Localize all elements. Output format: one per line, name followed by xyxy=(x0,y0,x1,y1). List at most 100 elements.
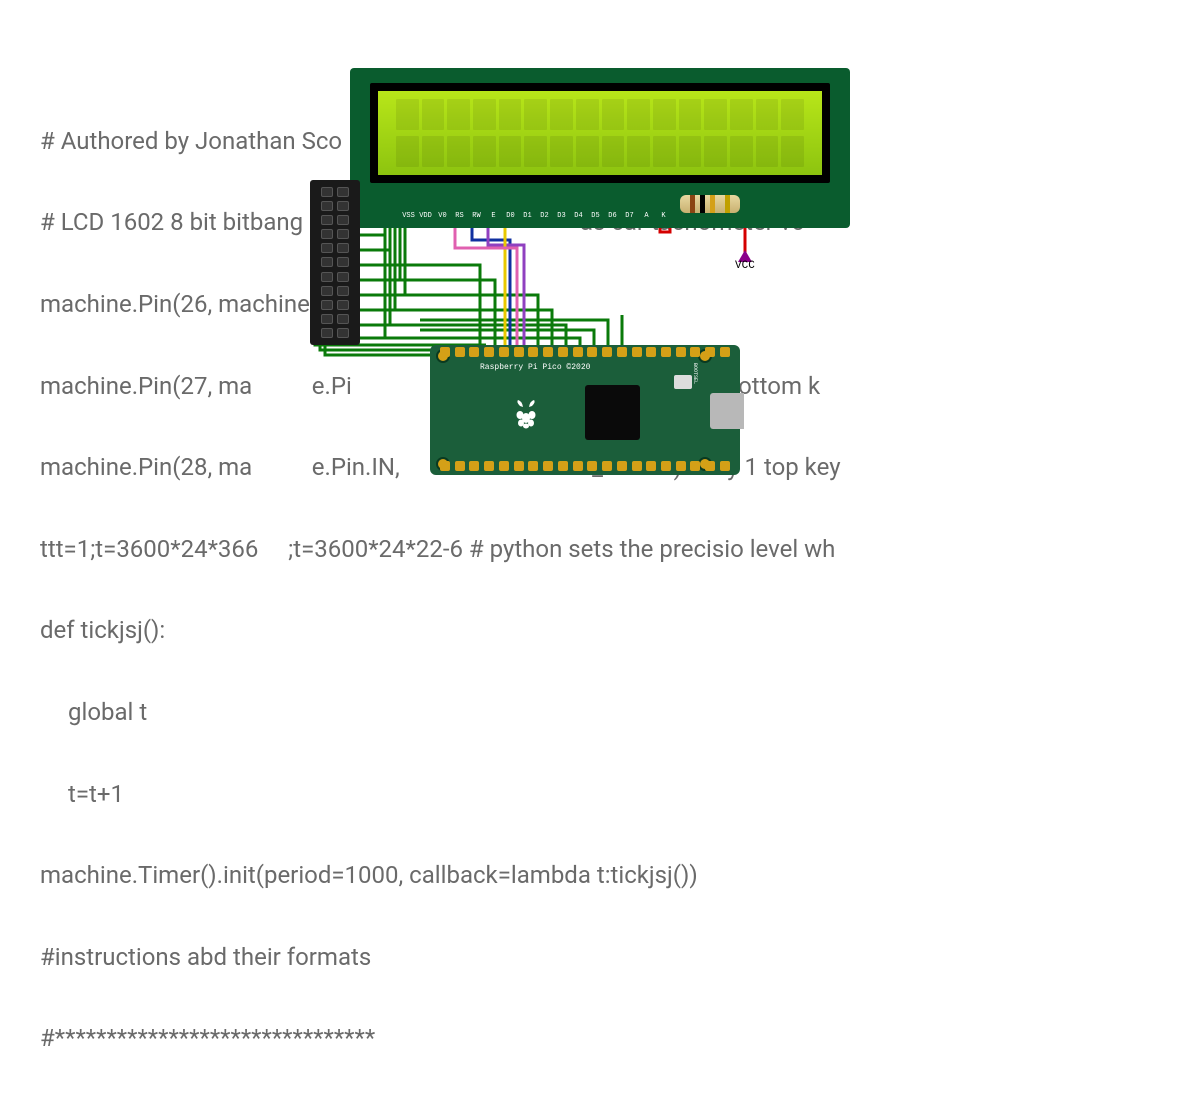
lcd-char xyxy=(550,99,573,130)
pico-pin xyxy=(440,347,450,357)
pico-pin xyxy=(499,347,509,357)
resistor-band-2 xyxy=(700,195,705,213)
lcd-pin-label: D5 xyxy=(587,212,604,220)
header-row xyxy=(313,229,357,239)
pico-pin xyxy=(455,461,465,471)
lcd-char xyxy=(730,99,753,130)
lcd-char xyxy=(499,99,522,130)
header-row xyxy=(313,215,357,225)
header-pin xyxy=(337,201,349,211)
code-line: #instructions abd their formats xyxy=(40,937,1200,978)
header-pin xyxy=(337,229,349,239)
header-pin xyxy=(321,201,333,211)
pico-pin xyxy=(469,461,479,471)
bootsel-button[interactable] xyxy=(674,375,692,389)
lcd-pin-labels: VSSVDDV0RSRWED0D1D2D3D4D5D6D7AK xyxy=(400,212,672,220)
raspberry-pi-logo-icon xyxy=(505,393,547,435)
pico-pin xyxy=(587,461,597,471)
header-pin xyxy=(321,243,333,253)
pico-pin xyxy=(440,461,450,471)
lcd-char xyxy=(756,99,779,130)
lcd-char xyxy=(756,136,779,167)
micro-usb-port[interactable] xyxy=(710,393,744,429)
pico-pin-row-top xyxy=(440,347,730,359)
lcd-char xyxy=(781,136,804,167)
lcd-char xyxy=(396,136,419,167)
resistor xyxy=(680,195,740,213)
pico-pin xyxy=(690,461,700,471)
header-pin xyxy=(321,300,333,310)
lcd-char xyxy=(653,99,676,130)
header-pin xyxy=(337,257,349,267)
lcd-row-2 xyxy=(396,136,804,167)
pico-pin xyxy=(661,461,671,471)
lcd-char xyxy=(627,99,650,130)
lcd-pin-label: A xyxy=(638,212,655,220)
pico-pin xyxy=(617,461,627,471)
header-pin xyxy=(321,187,333,197)
lcd-char xyxy=(602,99,625,130)
pico-pin xyxy=(484,461,494,471)
header-pin xyxy=(337,215,349,225)
vcc-label: VCC xyxy=(735,260,755,272)
lcd-char xyxy=(679,136,702,167)
header-pin xyxy=(337,328,349,338)
code-line: machine.Timer().init(period=1000, callba… xyxy=(40,855,1200,896)
header-row xyxy=(313,314,357,324)
header-pin xyxy=(321,286,333,296)
pico-pin xyxy=(543,461,553,471)
pico-pin xyxy=(528,461,538,471)
lcd-pin-label: VSS xyxy=(400,212,417,220)
header-pin xyxy=(321,229,333,239)
lcd-pin-label: D3 xyxy=(553,212,570,220)
lcd-pin-label: D4 xyxy=(570,212,587,220)
pico-pin xyxy=(514,347,524,357)
lcd-char xyxy=(447,99,470,130)
lcd-pin-label: E xyxy=(485,212,502,220)
header-row xyxy=(313,328,357,338)
vcc-symbol: VCC xyxy=(735,250,755,272)
header-row xyxy=(313,243,357,253)
resistor-band-4 xyxy=(725,195,730,213)
header-pin xyxy=(337,187,349,197)
lcd-pin-label: VDD xyxy=(417,212,434,220)
code-line: machine.Pin(26, machine.Pi xyxy=(40,284,1200,325)
lcd-char xyxy=(704,99,727,130)
lcd-char xyxy=(499,136,522,167)
pico-pin xyxy=(573,461,583,471)
lcd-char xyxy=(730,136,753,167)
pico-pin xyxy=(543,347,553,357)
raspberry-pi-pico: Raspberry Pi Pico ©2020 BOOTSEL xyxy=(430,345,740,475)
pico-pin xyxy=(558,461,568,471)
code-line: global t xyxy=(40,692,1200,733)
lcd-pin-label: RW xyxy=(468,212,485,220)
lcd-char xyxy=(473,136,496,167)
header-pin xyxy=(337,243,349,253)
lcd-pin-label: K xyxy=(655,212,672,220)
lcd-char xyxy=(422,136,445,167)
lcd-screen xyxy=(378,91,822,175)
pico-pin xyxy=(720,347,730,357)
lcd-char xyxy=(550,136,573,167)
lcd-char xyxy=(524,99,547,130)
pico-pin xyxy=(705,461,715,471)
pico-pin xyxy=(602,461,612,471)
header-pin xyxy=(321,257,333,267)
header-pin xyxy=(321,328,333,338)
pico-pin xyxy=(514,461,524,471)
pico-pin xyxy=(573,347,583,357)
lcd-char xyxy=(781,99,804,130)
header-row xyxy=(313,286,357,296)
lcd-pin-label: D6 xyxy=(604,212,621,220)
pico-pin xyxy=(632,347,642,357)
lcd-bezel xyxy=(370,83,830,183)
lcd-pin-label: RS xyxy=(451,212,468,220)
lcd-char xyxy=(576,136,599,167)
code-background: # Authored by Jonathan Sco WI # LCD 1602… xyxy=(40,80,1200,1100)
code-line: ttt=1;t=3600*24*366 ;t=3600*24*22-6 # py… xyxy=(40,529,1200,570)
rp2040-chip xyxy=(585,385,640,440)
header-row xyxy=(313,300,357,310)
pico-pin xyxy=(646,461,656,471)
lcd-pin-label: D2 xyxy=(536,212,553,220)
lcd-char xyxy=(653,136,676,167)
